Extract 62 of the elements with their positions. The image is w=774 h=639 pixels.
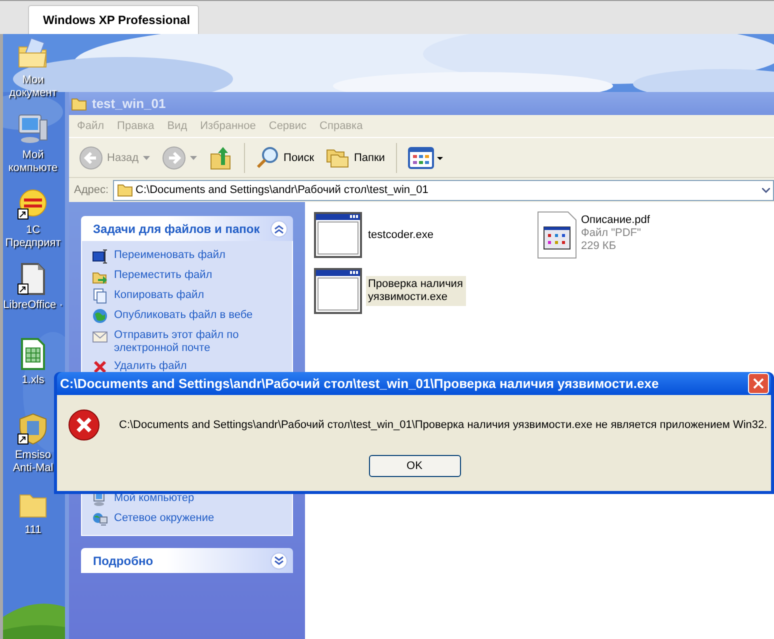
panel-header[interactable]: Подробно bbox=[81, 548, 293, 573]
menu-item[interactable]: Сервис bbox=[268, 120, 307, 132]
search-button[interactable]: Поиск bbox=[252, 142, 318, 174]
menu-item[interactable]: Вид bbox=[167, 120, 188, 132]
dialog-title: C:\Documents and Settings\andr\Рабочий стол\test_win_01\Проверка наличия уязвимости.exe bbox=[60, 376, 659, 391]
file-type: Файл "PDF" bbox=[581, 227, 642, 240]
file-name: Описание.pdf bbox=[581, 214, 650, 227]
window-title: test_win_01 bbox=[92, 96, 166, 111]
folder-icon bbox=[71, 96, 87, 110]
folders-button[interactable]: Папки bbox=[322, 142, 389, 174]
icon-label: LibreOffice · bbox=[3, 299, 64, 312]
folders-icon bbox=[326, 146, 350, 168]
ok-button[interactable]: OK bbox=[368, 455, 460, 477]
document-icon bbox=[537, 211, 577, 259]
folder-icon bbox=[116, 183, 133, 197]
delete-icon bbox=[92, 359, 108, 375]
file-item[interactable]: testcoder.exe bbox=[314, 211, 537, 259]
search-icon bbox=[256, 146, 280, 170]
file-name: testcoder.exe bbox=[367, 228, 434, 242]
dropdown-caret-icon bbox=[142, 156, 150, 160]
application-window-icon bbox=[314, 211, 362, 259]
file-size: 229 КБ bbox=[581, 240, 618, 253]
error-message: C:\Documents and Settings\andr\Рабочий стол\test_win_01\Проверка наличия уязвимости.exe не является приложением Win32. bbox=[119, 419, 768, 431]
rename-icon bbox=[92, 248, 108, 264]
expand-icon[interactable] bbox=[270, 552, 288, 570]
icon-label: Emsiso Anti-Mal bbox=[12, 449, 54, 475]
chevron-down-icon bbox=[762, 188, 770, 192]
task-link[interactable]: Удалить файл bbox=[92, 359, 284, 375]
computer-icon[interactable] bbox=[16, 112, 50, 146]
menu-item[interactable]: Справка bbox=[320, 120, 363, 132]
task-link[interactable]: Сетевое окружение bbox=[92, 511, 284, 527]
file-item[interactable]: Описание.pdf Файл "PDF" 229 КБ bbox=[537, 211, 760, 259]
vm-tab[interactable]: Windows XP Professional bbox=[28, 5, 199, 34]
copy-icon bbox=[92, 288, 108, 304]
task-link[interactable]: Отправить этот файл по электронной почте bbox=[92, 328, 284, 355]
task-link[interactable]: Переместить файл bbox=[92, 268, 284, 284]
collapse-icon[interactable] bbox=[270, 220, 288, 238]
close-button[interactable] bbox=[748, 373, 769, 394]
views-icon bbox=[408, 146, 444, 170]
file-item[interactable]: Проверка наличия уязвимости.exe bbox=[314, 267, 537, 315]
task-link[interactable]: Переименовать файл bbox=[92, 248, 284, 264]
network-icon bbox=[92, 511, 108, 527]
close-icon bbox=[753, 378, 764, 389]
task-link[interactable]: Копировать файл bbox=[92, 288, 284, 304]
panel-header[interactable]: Задачи для файлов и папок bbox=[81, 216, 293, 241]
menu-item[interactable]: Файл bbox=[77, 120, 104, 132]
folder-up-icon bbox=[208, 144, 233, 170]
globe-icon bbox=[92, 308, 108, 324]
dropdown-caret-icon bbox=[190, 156, 197, 160]
task-link[interactable]: Опубликовать файл в вебе bbox=[92, 308, 284, 324]
icon-label: 111 bbox=[24, 524, 42, 537]
icon-label: 1.xls bbox=[20, 374, 46, 387]
application-window-icon bbox=[314, 267, 362, 315]
menu-item[interactable]: Правка bbox=[117, 120, 154, 132]
error-icon bbox=[68, 409, 100, 441]
icon-label: Мой компьюте bbox=[7, 149, 59, 175]
address-input[interactable]: C:\Documents and Settings\andr\Рабочий стол\test_win_01 bbox=[136, 184, 756, 196]
address-field[interactable]: C:\Documents and Settings\andr\Рабочий стол\test_win_01 bbox=[112, 180, 774, 200]
file-name: Проверка наличия уязвимости.exe bbox=[366, 276, 466, 306]
icon-label: 1С Предприят bbox=[4, 224, 62, 250]
address-label: Адрес: bbox=[74, 184, 109, 196]
menu-item[interactable]: Избранное bbox=[200, 120, 256, 132]
